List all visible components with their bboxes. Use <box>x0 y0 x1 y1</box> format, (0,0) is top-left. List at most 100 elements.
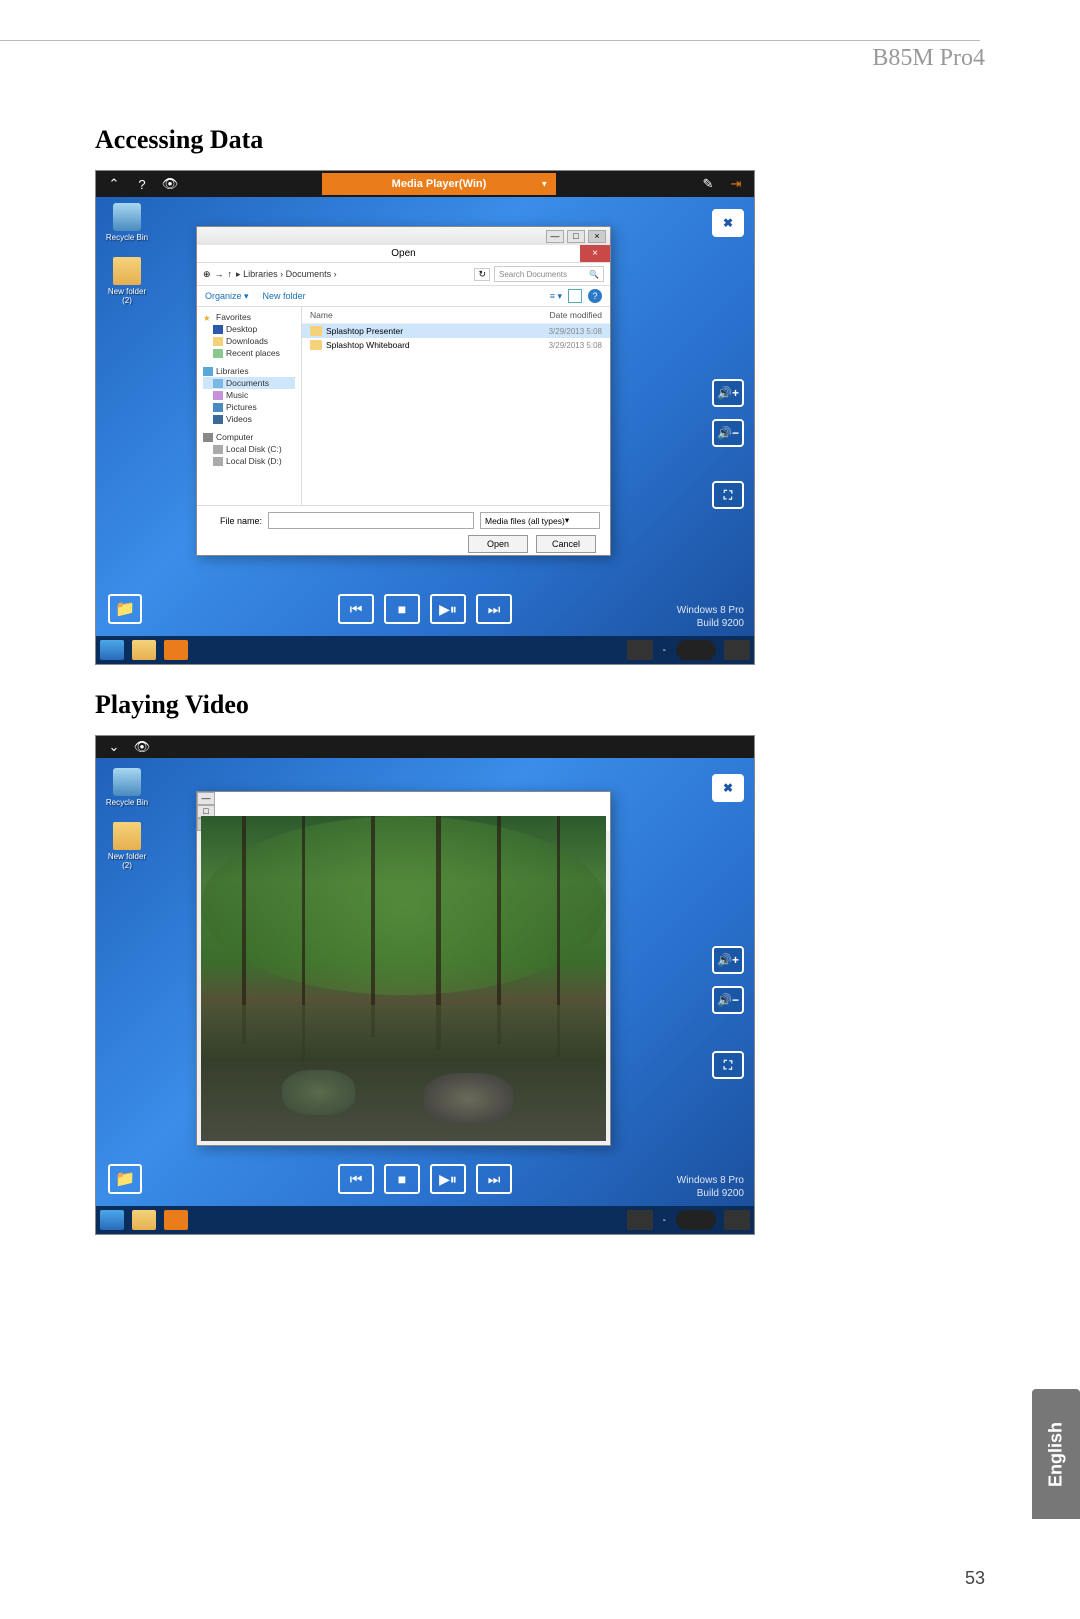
expand-icon[interactable]: ⌄ <box>106 739 122 755</box>
edit-icon[interactable]: ✎ <box>700 176 716 192</box>
keyboard-icon[interactable] <box>627 1210 653 1230</box>
stop-button[interactable]: ■ <box>384 594 420 624</box>
dialog-close-button[interactable]: × <box>580 245 610 262</box>
explorer-icon[interactable] <box>132 640 156 660</box>
new-folder-label: New folder (2) <box>108 287 146 305</box>
session-title[interactable]: Media Player(Win) <box>322 173 557 195</box>
eye-icon[interactable]: 👁 <box>162 176 178 192</box>
eye-icon[interactable]: 👁 <box>134 739 150 755</box>
view-menu-icon[interactable]: ≡ ▾ <box>550 291 562 302</box>
maximize-button[interactable]: □ <box>567 230 585 243</box>
windows-watermark: Windows 8 ProBuild 9200 <box>677 604 744 630</box>
dialog-help-icon[interactable]: ? <box>588 289 602 303</box>
next-track-button[interactable]: ⏭ <box>476 1164 512 1194</box>
refresh-icon[interactable]: ↻ <box>474 268 490 281</box>
folder-icon <box>310 340 322 350</box>
folder-tree: ★Favorites Desktop Downloads Recent plac… <box>197 307 302 505</box>
tree-computer[interactable]: Computer <box>203 431 295 443</box>
play-pause-button[interactable]: ▶⏸ <box>430 1164 466 1194</box>
cancel-button[interactable]: Cancel <box>536 535 596 553</box>
search-input[interactable]: Search Documents🔍 <box>494 266 604 282</box>
recycle-bin-icon[interactable]: Recycle Bin <box>102 768 152 807</box>
video-frame <box>201 816 606 1141</box>
list-header[interactable]: NameDate modified <box>302 307 610 324</box>
dialog-title: Open <box>391 248 415 259</box>
tray-peek[interactable] <box>676 640 716 660</box>
header-rule <box>0 40 980 41</box>
organize-menu[interactable]: Organize ▾ <box>205 291 249 302</box>
tree-local-d[interactable]: Local Disk (D:) <box>203 455 295 467</box>
help-icon[interactable]: ? <box>134 176 150 192</box>
remote-topbar: ⌃ ? 👁 Media Player(Win) ✎ ⇥ <box>96 171 754 197</box>
tree-local-c[interactable]: Local Disk (C:) <box>203 443 295 455</box>
open-file-dialog: — □ × Open × ⊕ → ↑ ▸ Libraries › Documen… <box>196 226 611 556</box>
minimize-button[interactable]: — <box>197 792 215 805</box>
forward-icon[interactable]: → <box>215 269 224 279</box>
file-name-input[interactable] <box>268 512 474 529</box>
tree-pictures[interactable]: Pictures <box>203 401 295 413</box>
recycle-bin-label: Recycle Bin <box>106 233 148 242</box>
back-icon[interactable]: ⊕ <box>203 269 211 280</box>
tree-downloads[interactable]: Downloads <box>203 335 295 347</box>
open-folder-button[interactable]: 📁 <box>108 1164 142 1194</box>
tree-desktop[interactable]: Desktop <box>203 323 295 335</box>
prev-track-button[interactable]: ⏮ <box>338 594 374 624</box>
media-controls: ⏮ ■ ▶⏸ ⏭ <box>338 594 512 624</box>
up-icon[interactable]: ↑ <box>228 269 233 279</box>
file-name-label: File name: <box>207 516 262 526</box>
play-pause-button[interactable]: ▶⏸ <box>430 594 466 624</box>
volume-up-button[interactable]: 🔊+ <box>712 946 744 974</box>
fullscreen-button[interactable]: ⛶ <box>712 1051 744 1079</box>
tray-separator: - <box>657 1215 672 1226</box>
breadcrumb[interactable]: ▸ Libraries › Documents › <box>236 269 470 280</box>
close-session-button[interactable]: ✖ <box>712 209 744 237</box>
close-button-outer[interactable]: × <box>588 230 606 243</box>
dialog-body: ★Favorites Desktop Downloads Recent plac… <box>197 307 610 505</box>
recycle-bin-icon[interactable]: Recycle Bin <box>102 203 152 242</box>
preview-pane-icon[interactable] <box>568 289 582 303</box>
screenshot-accessing-data: ⌃ ? 👁 Media Player(Win) ✎ ⇥ Recycle Bin … <box>95 170 755 665</box>
file-type-select[interactable]: Media files (all types) ▾ <box>480 512 600 529</box>
open-folder-button[interactable]: 📁 <box>108 594 142 624</box>
exit-icon[interactable]: ⇥ <box>728 176 744 192</box>
tray-peek[interactable] <box>676 1210 716 1230</box>
file-row[interactable]: Splashtop Presenter3/29/2013 5:08 <box>302 324 610 338</box>
fullscreen-button[interactable]: ⛶ <box>712 481 744 509</box>
close-session-button[interactable]: ✖ <box>712 774 744 802</box>
prev-track-button[interactable]: ⏮ <box>338 1164 374 1194</box>
tree-recent[interactable]: Recent places <box>203 347 295 359</box>
search-icon: 🔍 <box>589 270 599 279</box>
tree-libraries[interactable]: Libraries <box>203 365 295 377</box>
open-button[interactable]: Open <box>468 535 528 553</box>
volume-down-button[interactable]: 🔊− <box>712 419 744 447</box>
file-row[interactable]: Splashtop Whiteboard3/29/2013 5:08 <box>302 338 610 352</box>
volume-down-button[interactable]: 🔊− <box>712 986 744 1014</box>
media-controls: ⏮ ■ ▶⏸ ⏭ <box>338 1164 512 1194</box>
minimize-button[interactable]: — <box>546 230 564 243</box>
tray-keyboard-icon[interactable] <box>724 1210 750 1230</box>
new-folder-button[interactable]: New folder <box>263 291 306 301</box>
collapse-icon[interactable]: ⌃ <box>106 176 122 192</box>
volume-up-button[interactable]: 🔊+ <box>712 379 744 407</box>
page-number: 53 <box>965 1568 985 1589</box>
tree-documents[interactable]: Documents <box>203 377 295 389</box>
new-folder-label: New folder (2) <box>108 852 146 870</box>
ie-icon[interactable] <box>100 1210 124 1230</box>
stop-button[interactable]: ■ <box>384 1164 420 1194</box>
tray-keyboard-icon[interactable] <box>724 640 750 660</box>
tree-videos[interactable]: Videos <box>203 413 295 425</box>
media-player-icon[interactable] <box>164 640 188 660</box>
windows-watermark: Windows 8 ProBuild 9200 <box>677 1174 744 1200</box>
explorer-icon[interactable] <box>132 1210 156 1230</box>
new-folder-icon[interactable]: New folder (2) <box>102 822 152 870</box>
file-list: NameDate modified Splashtop Presenter3/2… <box>302 307 610 505</box>
screenshot-playing-video: ⌄ 👁 Recycle Bin New folder (2) ✖ 🔊+ 🔊− ⛶… <box>95 735 755 1235</box>
ie-icon[interactable] <box>100 640 124 660</box>
next-track-button[interactable]: ⏭ <box>476 594 512 624</box>
product-name: B85M Pro4 <box>872 45 985 72</box>
new-folder-icon[interactable]: New folder (2) <box>102 257 152 305</box>
tree-favorites[interactable]: ★Favorites <box>203 311 295 323</box>
media-player-icon[interactable] <box>164 1210 188 1230</box>
tree-music[interactable]: Music <box>203 389 295 401</box>
keyboard-icon[interactable] <box>627 640 653 660</box>
